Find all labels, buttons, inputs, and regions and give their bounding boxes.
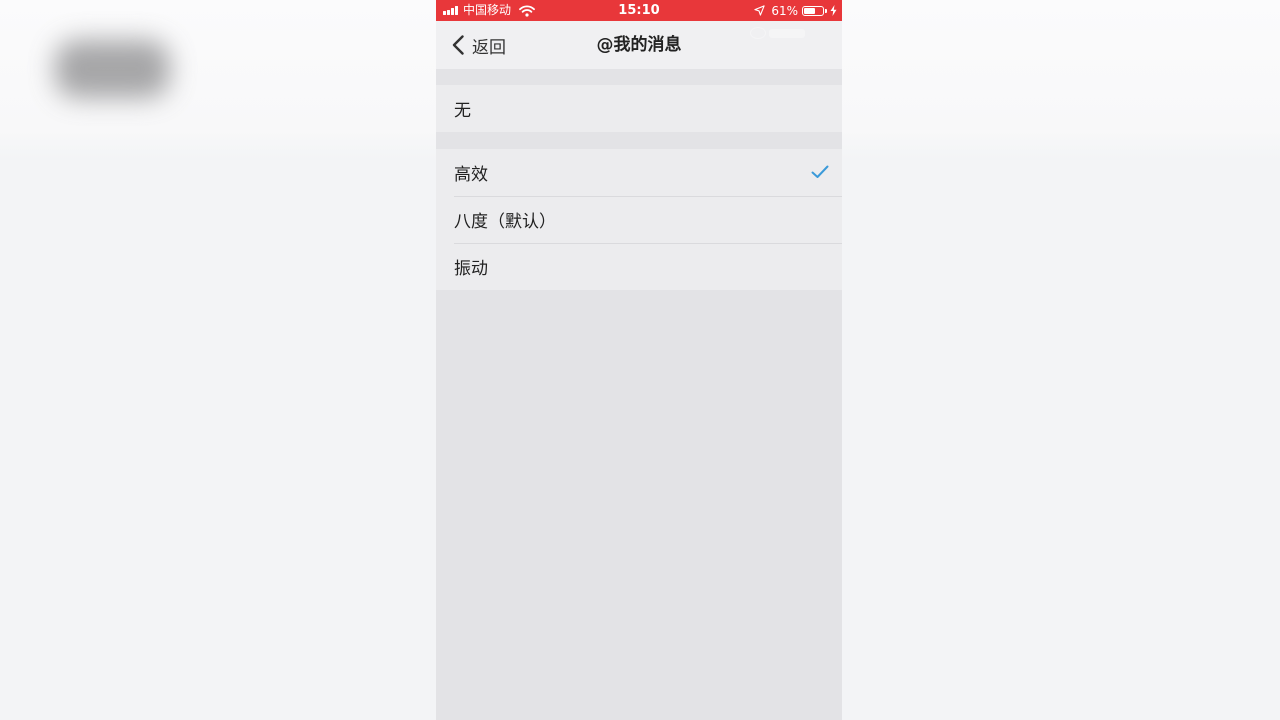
option-group-none: 无 — [436, 85, 842, 132]
battery-tip — [825, 8, 827, 13]
option-label: 八度（默认） — [454, 212, 556, 232]
blurred-background-shape — [55, 40, 170, 98]
option-row-efficient[interactable]: 高效 — [436, 149, 842, 196]
battery-fill — [804, 7, 815, 14]
location-arrow-icon — [754, 5, 765, 16]
option-group-tones: 高效 八度（默认） 振动 — [436, 149, 842, 290]
phone-screen: 中国移动 15:10 61% 返回 @我的消息 无 高效 八度（默认） 振动 — [436, 0, 842, 720]
watermark-logo-icon — [750, 27, 766, 39]
option-label: 高效 — [454, 165, 488, 185]
watermark — [750, 27, 805, 39]
option-row-vibrate[interactable]: 振动 — [436, 243, 842, 290]
option-label: 振动 — [454, 259, 488, 279]
status-bar: 中国移动 15:10 61% — [436, 0, 842, 21]
battery-percentage: 61% — [771, 3, 798, 18]
navigation-bar: 返回 @我的消息 — [436, 21, 842, 69]
option-label: 无 — [454, 101, 471, 121]
watermark-mark — [769, 28, 805, 38]
battery-icon — [802, 5, 824, 16]
option-row-octave-default[interactable]: 八度（默认） — [436, 196, 842, 243]
option-row-none[interactable]: 无 — [436, 85, 842, 132]
checkmark-icon — [811, 165, 829, 178]
status-right: 61% — [754, 3, 837, 18]
charging-bolt-icon — [830, 5, 837, 16]
